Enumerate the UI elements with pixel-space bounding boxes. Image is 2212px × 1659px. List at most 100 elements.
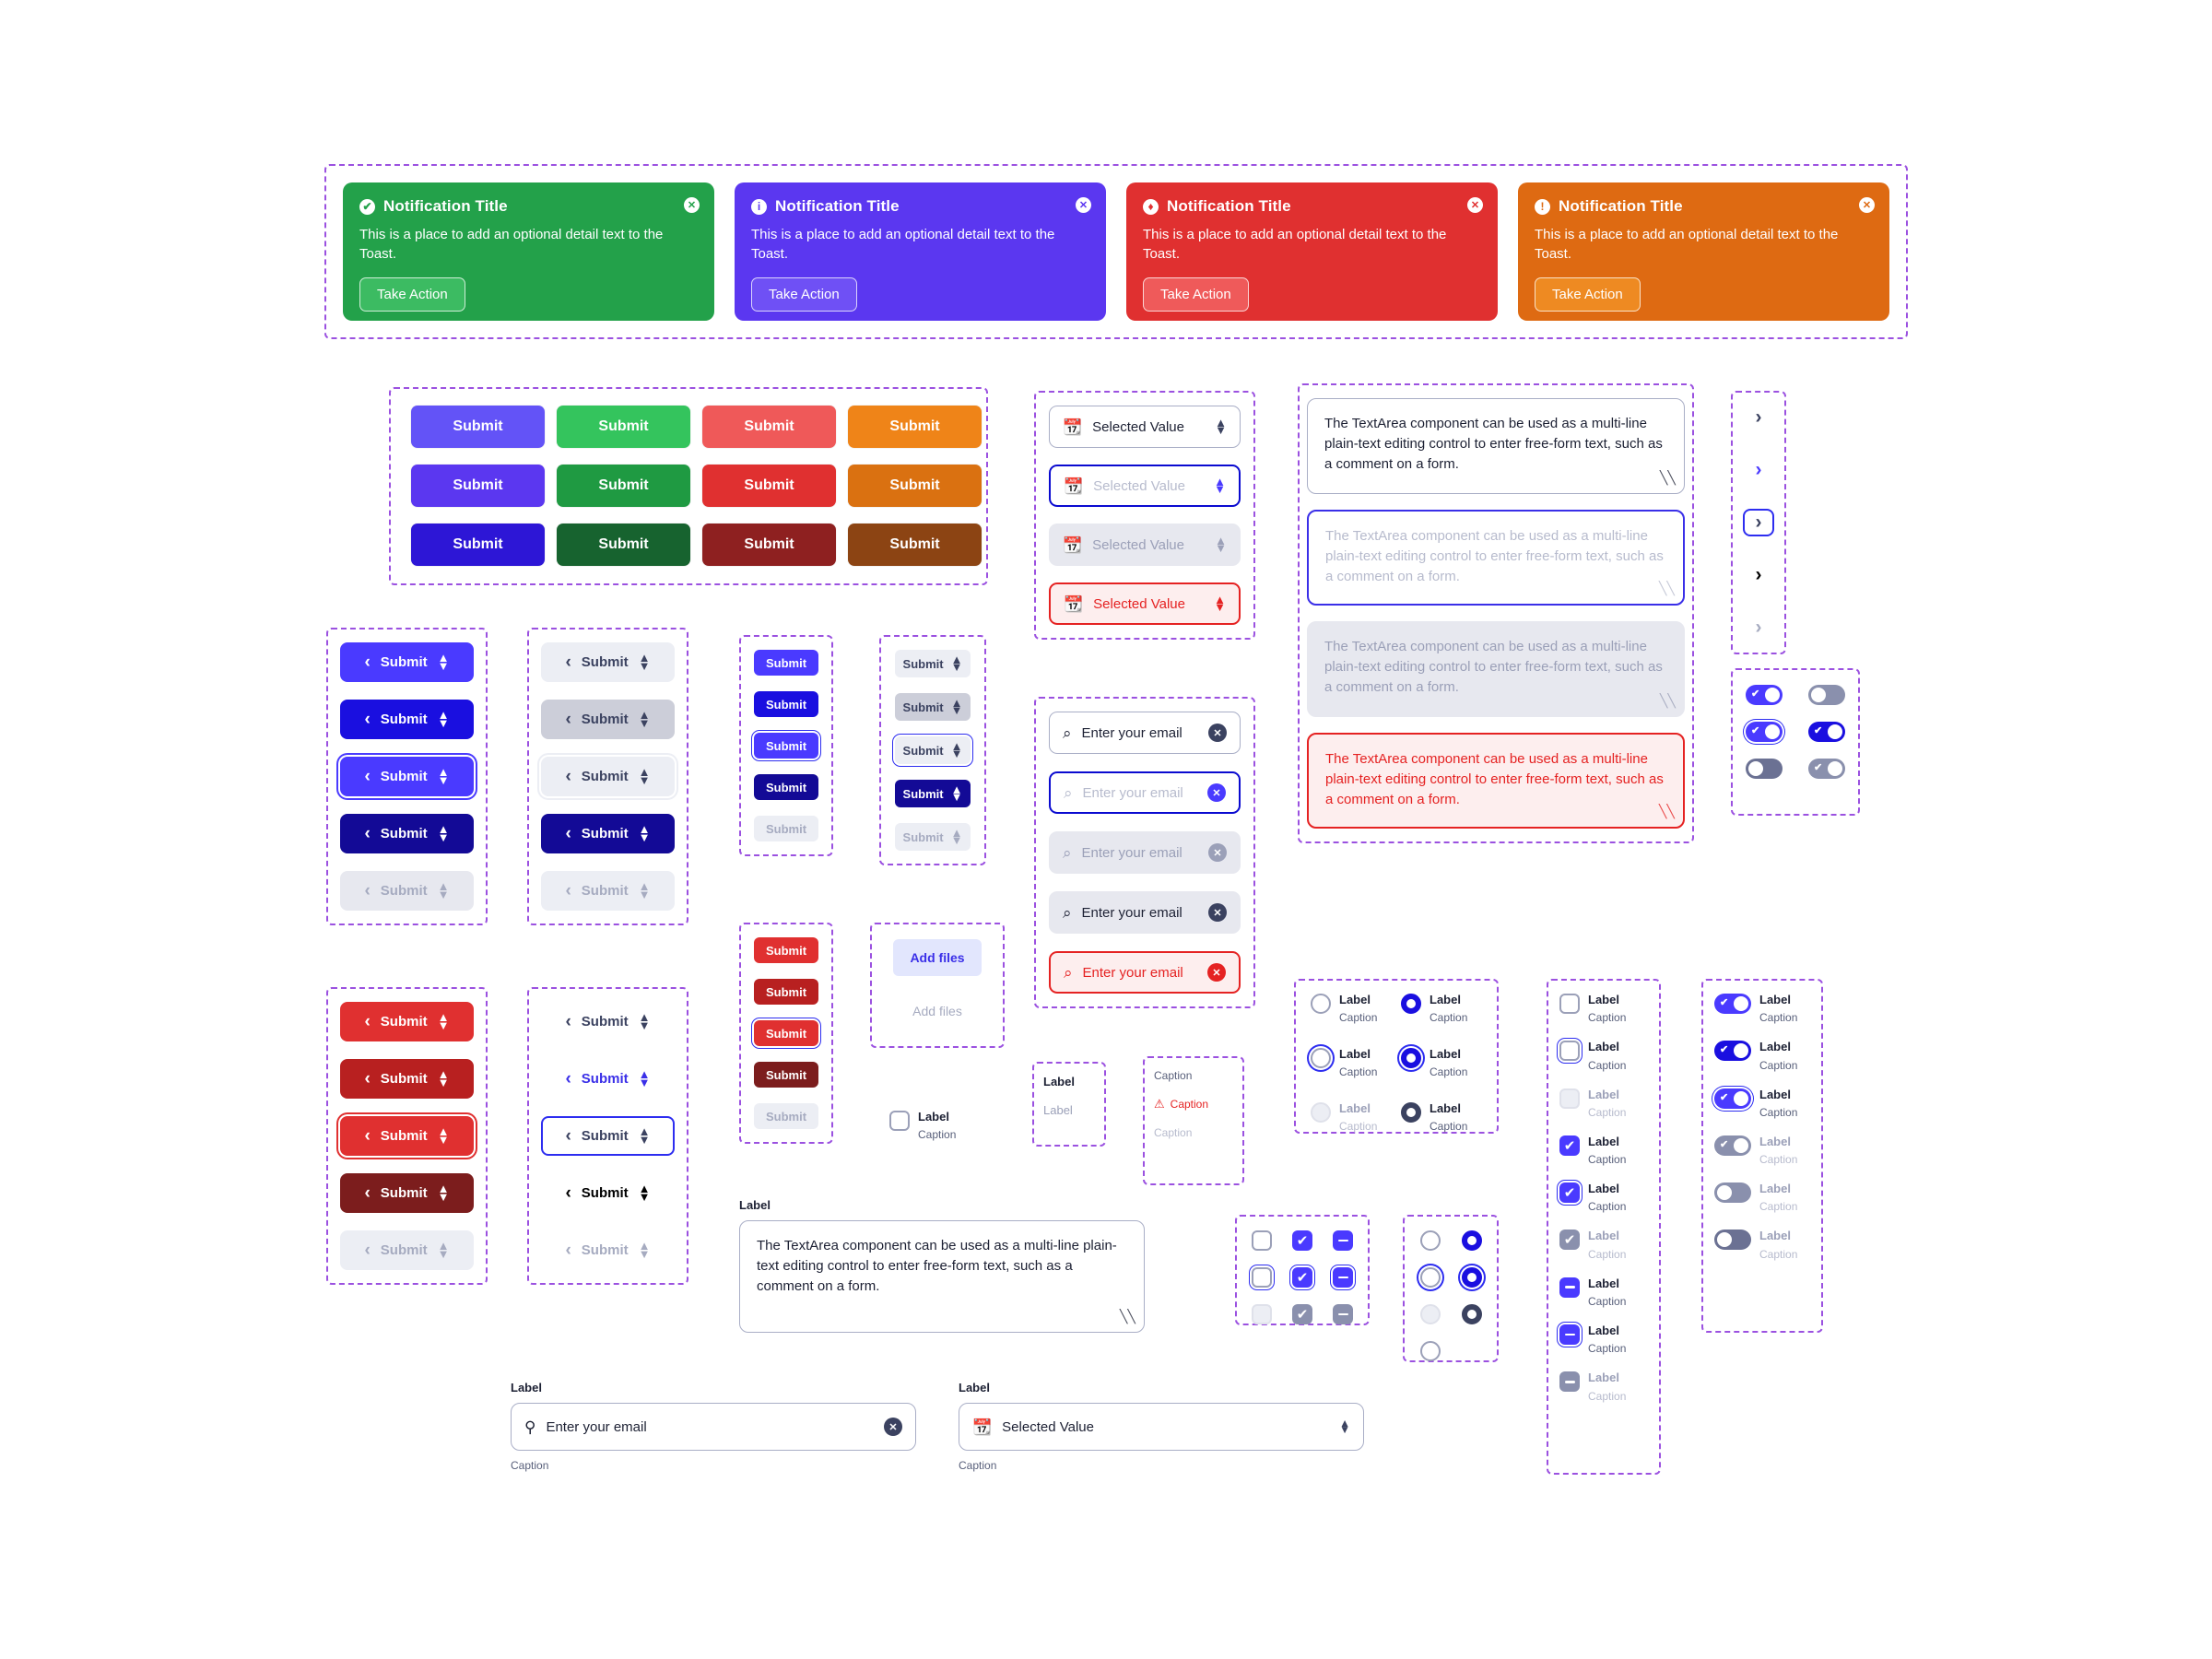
email-field-filled[interactable]: ⌕ Enter your email ✕: [1049, 891, 1241, 934]
matrix-radio-r2c1[interactable]: [1461, 1304, 1482, 1324]
stepper-arrows-icon[interactable]: ▲ ▼: [438, 1182, 450, 1202]
matrix-checkbox-r1c1[interactable]: ✔: [1292, 1267, 1312, 1288]
radio-3[interactable]: [1401, 1048, 1421, 1068]
danger-submit-button-hover[interactable]: ‹ Submit ▲ ▼: [340, 1059, 474, 1099]
submit-button-r1c0[interactable]: Submit: [411, 465, 545, 507]
checkbox-unchecked-icon[interactable]: [889, 1111, 910, 1131]
stepper-arrows-icon[interactable]: ▲ ▼: [438, 1011, 450, 1030]
switch-col-1[interactable]: ✔: [1714, 1041, 1751, 1062]
stepper-button-2[interactable]: Submit ▲ ▼: [895, 736, 971, 764]
small-danger-button-0[interactable]: Submit: [754, 937, 818, 963]
stepper-arrows-icon[interactable]: ▲ ▼: [951, 827, 963, 846]
small-primary-button-0[interactable]: Submit: [754, 650, 818, 676]
take-action-button[interactable]: Take Action: [751, 276, 857, 312]
danger-submit-button-pressed[interactable]: ‹ Submit ▲ ▼: [340, 1173, 474, 1213]
submit-button-r1c3[interactable]: Submit: [848, 465, 982, 507]
stepper-arrows-icon[interactable]: ▲ ▼: [639, 1125, 651, 1145]
matrix-checkbox-r1c0[interactable]: [1252, 1267, 1272, 1288]
close-icon[interactable]: ✕: [684, 197, 700, 213]
select-input[interactable]: 📆 Selected Value ▲ ▼: [959, 1403, 1364, 1451]
checkbox-4[interactable]: ✔: [1559, 1182, 1580, 1204]
small-danger-button-4[interactable]: Submit: [754, 1103, 818, 1129]
stepper-button-1[interactable]: Submit ▲ ▼: [895, 693, 971, 721]
submit-button-r0c2[interactable]: Submit: [702, 406, 836, 448]
matrix-radio-r0c1[interactable]: [1461, 1230, 1482, 1251]
resize-grip-icon[interactable]: ╱╱: [1660, 468, 1676, 487]
clear-circle-icon[interactable]: ✕: [1207, 963, 1226, 982]
ghost-submit-button-focus[interactable]: ‹ Submit ▲ ▼: [541, 1116, 675, 1156]
stepper-arrows-icon[interactable]: ▲ ▼: [1339, 1417, 1350, 1435]
secondary-submit-button-default[interactable]: ‹ Submit ▲ ▼: [541, 642, 675, 682]
stepper-arrows-icon[interactable]: ▲ ▼: [639, 766, 651, 785]
stepper-arrows-icon[interactable]: ▲ ▼: [1214, 594, 1226, 613]
checkbox-6[interactable]: [1559, 1277, 1580, 1298]
matrix-checkbox-r1c2[interactable]: [1333, 1267, 1353, 1288]
email-field-focus[interactable]: ⌕ Enter your email ✕: [1049, 771, 1241, 814]
stepper-arrows-icon[interactable]: ▲ ▼: [438, 880, 450, 900]
matrix-checkbox-r0c1[interactable]: ✔: [1292, 1230, 1312, 1251]
submit-button-r2c3[interactable]: Submit: [848, 524, 982, 566]
chevron-right-icon-button-focus[interactable]: ›: [1743, 509, 1774, 536]
submit-button-r1c2[interactable]: Submit: [702, 465, 836, 507]
stepper-arrows-icon[interactable]: ▲ ▼: [438, 1240, 450, 1259]
submit-button-r2c2[interactable]: Submit: [702, 524, 836, 566]
ghost-submit-button-pressed[interactable]: ‹ Submit ▲ ▼: [541, 1173, 675, 1213]
resize-grip-icon[interactable]: ╱╱: [1659, 802, 1675, 820]
add-files-button[interactable]: Add files: [893, 939, 982, 976]
matrix-radio-r3c0[interactable]: [1419, 1341, 1441, 1361]
email-input[interactable]: ⚲ Enter your email ✕: [511, 1403, 916, 1451]
chevron-right-icon-button-hover[interactable]: ›: [1743, 456, 1774, 484]
stepper-arrows-icon[interactable]: ▲ ▼: [1215, 417, 1227, 436]
small-primary-button-3[interactable]: Submit: [754, 774, 818, 800]
ghost-submit-button-default[interactable]: ‹ Submit ▲ ▼: [541, 1002, 675, 1041]
matrix-radio-r1c0[interactable]: [1419, 1267, 1441, 1288]
primary-submit-button-hover[interactable]: ‹ Submit ▲ ▼: [340, 700, 474, 739]
stepper-arrows-icon[interactable]: ▲ ▼: [951, 783, 963, 803]
stepper-arrows-icon[interactable]: ▲ ▼: [639, 823, 651, 842]
switch-col-2[interactable]: ✔: [1714, 1088, 1751, 1109]
stepper-arrows-icon[interactable]: ▲ ▼: [639, 1182, 651, 1202]
select-field-error[interactable]: 📆 Selected Value ▲ ▼: [1049, 582, 1241, 625]
switch-4[interactable]: [1746, 759, 1783, 779]
checkbox-1[interactable]: [1559, 1041, 1580, 1062]
stepper-arrows-icon[interactable]: ▲ ▼: [1215, 535, 1227, 554]
clear-circle-icon[interactable]: ✕: [884, 1418, 902, 1436]
stepper-arrows-icon[interactable]: ▲ ▼: [639, 1240, 651, 1259]
primary-submit-button-default[interactable]: ‹ Submit ▲ ▼: [340, 642, 474, 682]
stepper-arrows-icon[interactable]: ▲ ▼: [639, 880, 651, 900]
matrix-checkbox-r0c2[interactable]: [1333, 1230, 1353, 1251]
radio-0[interactable]: [1311, 994, 1331, 1014]
textarea-input[interactable]: The TextArea component can be used as a …: [739, 1220, 1145, 1333]
switch-col-4[interactable]: [1714, 1182, 1751, 1204]
close-icon[interactable]: ✕: [1076, 197, 1091, 213]
small-danger-button-3[interactable]: Submit: [754, 1062, 818, 1088]
danger-submit-button-focus[interactable]: ‹ Submit ▲ ▼: [340, 1116, 474, 1156]
checkbox-7[interactable]: [1559, 1324, 1580, 1346]
stepper-arrows-icon[interactable]: ▲ ▼: [438, 1125, 450, 1145]
stepper-arrows-icon[interactable]: ▲ ▼: [438, 823, 450, 842]
matrix-radio-r1c1[interactable]: [1461, 1267, 1482, 1288]
submit-button-r2c1[interactable]: Submit: [557, 524, 690, 566]
switch-col-0[interactable]: ✔: [1714, 994, 1751, 1014]
close-icon[interactable]: ✕: [1467, 197, 1483, 213]
textarea-error[interactable]: The TextArea component can be used as a …: [1307, 733, 1685, 829]
take-action-button[interactable]: Take Action: [359, 276, 465, 312]
clear-circle-icon[interactable]: ✕: [1207, 783, 1226, 802]
stepper-arrows-icon[interactable]: ▲ ▼: [438, 1068, 450, 1088]
submit-button-r2c0[interactable]: Submit: [411, 524, 545, 566]
switch-1[interactable]: [1808, 685, 1845, 705]
checkbox-3[interactable]: ✔: [1559, 1135, 1580, 1156]
stepper-button-3[interactable]: Submit ▲ ▼: [895, 780, 971, 807]
email-field-error[interactable]: ⌕ Enter your email ✕: [1049, 951, 1241, 994]
stepper-button-0[interactable]: Submit ▲ ▼: [895, 650, 971, 677]
chevron-right-icon-button-default[interactable]: ›: [1743, 404, 1774, 431]
switch-3[interactable]: ✔: [1808, 722, 1845, 742]
switch-0[interactable]: ✔: [1746, 685, 1783, 705]
stepper-arrows-icon[interactable]: ▲ ▼: [1214, 476, 1226, 495]
secondary-submit-button-hover[interactable]: ‹ Submit ▲ ▼: [541, 700, 675, 739]
checkbox-0[interactable]: [1559, 994, 1580, 1014]
small-primary-button-4[interactable]: Submit: [754, 816, 818, 841]
primary-submit-button-focus[interactable]: ‹ Submit ▲ ▼: [340, 757, 474, 796]
resize-grip-icon[interactable]: ╱╱: [1660, 691, 1676, 710]
radio-1[interactable]: [1401, 994, 1421, 1014]
